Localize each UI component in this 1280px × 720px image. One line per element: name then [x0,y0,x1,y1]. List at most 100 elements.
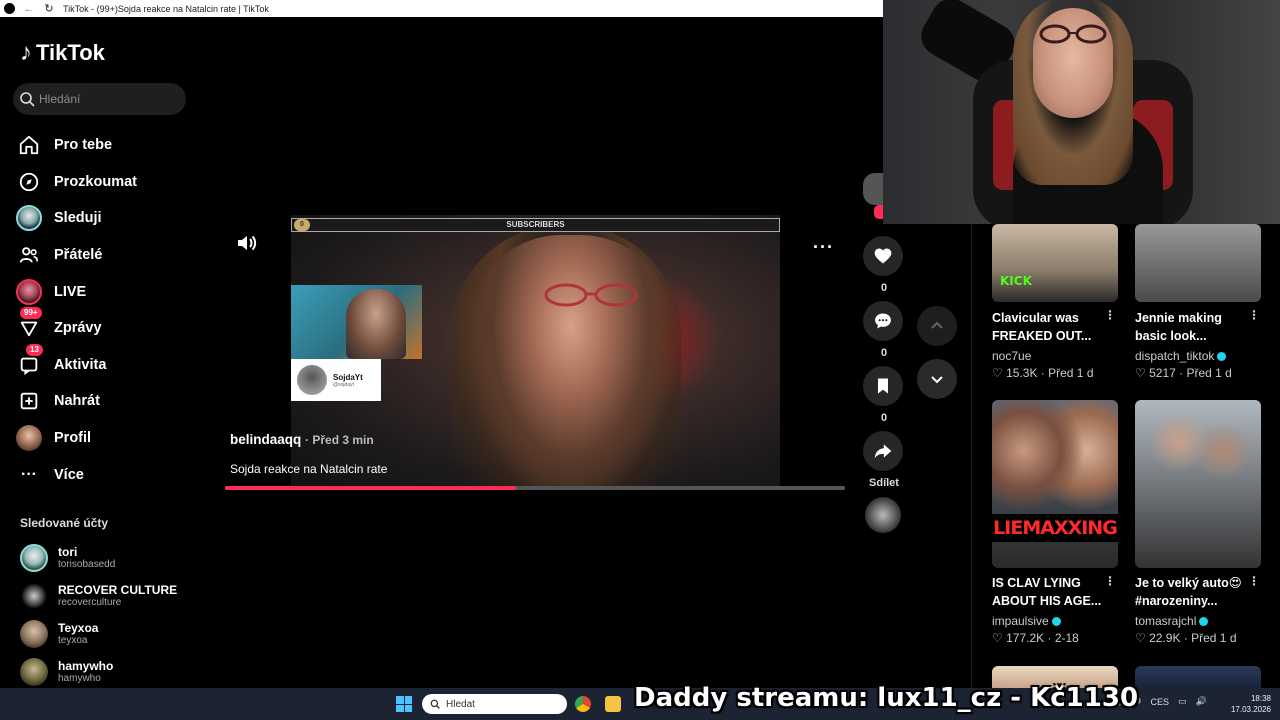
account-handle: hamywho [58,673,101,684]
search-input[interactable] [39,92,179,106]
video-progress-fill [225,486,517,490]
subscribers-label: SUBSCRIBERS [506,220,565,229]
video-progress-bar[interactable] [225,486,845,490]
author-name[interactable]: belindaaqq [230,432,301,447]
webcam-glasses [1039,24,1107,44]
video-menu-icon[interactable]: ⋮ [1248,574,1260,588]
search-box[interactable] [13,83,186,115]
video-user[interactable]: impaulsive [992,614,1061,628]
video-thumbnail[interactable] [1135,400,1261,568]
video-thumbnail[interactable]: KICK [992,224,1118,302]
share-arrow-icon [874,444,892,459]
followed-account[interactable]: hamywho hamywho [20,658,113,686]
post-date: Před 1 d [1186,366,1232,380]
card-name: SojdaYt [333,372,363,382]
share-action[interactable]: Sdílet [863,431,905,489]
windows-start-icon[interactable] [396,696,412,712]
like-count: 0 [880,282,888,294]
comment-icon [875,313,891,329]
video-profile-card: SojdaYt @sojdayt [291,359,381,401]
profile-avatar [16,425,42,452]
streamer-webcam [883,0,1280,224]
account-avatar [20,544,48,572]
sound-avatar[interactable] [865,497,901,533]
video-player[interactable]: 0 SUBSCRIBERS SojdaYt @sojdayt ··· belind… [225,215,845,490]
video-title[interactable]: Jennie making basic look... [1135,309,1253,345]
account-handle: recoverculture [58,597,122,608]
view-count: 177.2K [1006,631,1045,645]
speaker-icon[interactable]: 🔊 [1196,696,1207,707]
video-thumbnail[interactable]: LIEMAXXING [992,400,1118,568]
stream-donation-overlay: Daddy streamu: lux11_cz - Kč1130 [634,683,1139,713]
main-nav: Pro tebe Prozkoumat Sleduji Přátelé LIVE… [16,127,201,493]
language-indicator[interactable]: CES [1151,697,1170,707]
comment-action[interactable]: 0 [863,301,905,359]
video-menu-icon[interactable]: ⋮ [1104,308,1116,322]
previous-video-button[interactable] [917,306,957,346]
next-video-button[interactable] [917,359,957,399]
account-handle: teyxoa [58,635,88,646]
more-icon: ··· [21,465,37,483]
video-menu-icon[interactable]: ⋮ [1104,574,1116,588]
video-menu-icon[interactable]: ⋮ [1248,308,1260,322]
nav-item-for-you[interactable]: Pro tebe [16,127,201,164]
post-time: · Před 3 min [305,433,374,447]
like-action[interactable]: 0 [863,236,905,294]
taskbar-search-placeholder: Hledat [446,698,475,710]
network-icon[interactable]: ▭ [1178,696,1187,707]
nav-item-upload[interactable]: Nahrát [16,383,201,420]
more-options-icon[interactable]: ··· [813,237,834,258]
account-avatar [20,658,48,686]
share-button[interactable] [863,431,903,471]
video-author[interactable]: belindaaqq · Před 3 min [230,432,374,447]
bookmark-icon [878,378,888,394]
tab-title: TikTok - (99+)Sojda reakce na Natalcin r… [63,3,269,14]
followed-account[interactable]: tori torisobasedd [20,544,115,572]
like-button[interactable] [863,236,903,276]
nav-item-more[interactable]: ··· Více [16,456,201,493]
clock-time: 18:38 [1250,694,1271,703]
nav-item-profile[interactable]: Profil [16,420,201,457]
video-title[interactable]: Clavicular was FREAKED OUT... [992,309,1110,345]
video-title[interactable]: Je to velký auto😍 #narozeniny... [1135,574,1253,610]
comment-button[interactable] [863,301,903,341]
save-button[interactable] [863,366,903,406]
video-thumbnail[interactable] [1135,224,1261,302]
nav-item-friends[interactable]: Přátelé [16,237,201,274]
taskbar-search[interactable]: Hledat [422,694,567,714]
video-user-name: noc7ue [992,349,1032,363]
video-title[interactable]: IS CLAV LYING ABOUT HIS AGE... [992,574,1110,610]
browser-titlebar: ← ↻ TikTok - (99+)Sojda reakce na Natalc… [0,0,883,17]
nav-label: Sleduji [54,210,102,227]
taskbar-clock[interactable]: 18:38 17.03.2026 [1225,693,1271,715]
back-arrow-icon[interactable]: ← [23,3,35,15]
nav-item-explore[interactable]: Prozkoumat [16,164,201,201]
sidebar: ♪ TikTok Pro tebe Prozkoumat Sleduji Přá… [0,17,205,687]
followed-account[interactable]: Teyxoa teyxoa [20,620,98,648]
nav-item-live[interactable]: LIVE [16,273,201,310]
friends-icon [16,242,42,268]
activity-badge: 13 [26,343,43,356]
video-user-name: impaulsive [992,614,1049,628]
account-name: RECOVER CULTURE [58,583,178,597]
chrome-icon[interactable] [575,696,591,712]
video-user[interactable]: tomasrajchl [1135,614,1209,628]
volume-icon[interactable] [235,231,259,255]
nav-item-following[interactable]: Sleduji [16,200,201,237]
video-user[interactable]: noc7ue [992,349,1031,363]
video-user[interactable]: dispatch_tiktok [1135,349,1227,363]
reload-icon[interactable]: ↻ [43,2,55,15]
nav-item-messages[interactable]: 99+ Zprávy [16,307,201,347]
tiktok-logo[interactable]: ♪ TikTok [20,40,105,66]
activity-icon: 13 [16,343,43,378]
nav-item-activity[interactable]: 13 Aktivita [16,343,201,384]
save-action[interactable]: 0 [863,366,905,424]
file-explorer-icon[interactable] [605,696,621,712]
home-icon [16,132,42,158]
video-thumbnail[interactable] [1135,666,1261,688]
live-avatar [16,278,42,305]
followed-account[interactable]: RECOVER CULTURE recoverculture [20,582,177,610]
account-name: Teyxoa [58,621,99,635]
video-description: Sojda reakce na Natalcin rate [230,462,388,476]
thumbnail-text: LIEMAXXING [992,514,1118,542]
